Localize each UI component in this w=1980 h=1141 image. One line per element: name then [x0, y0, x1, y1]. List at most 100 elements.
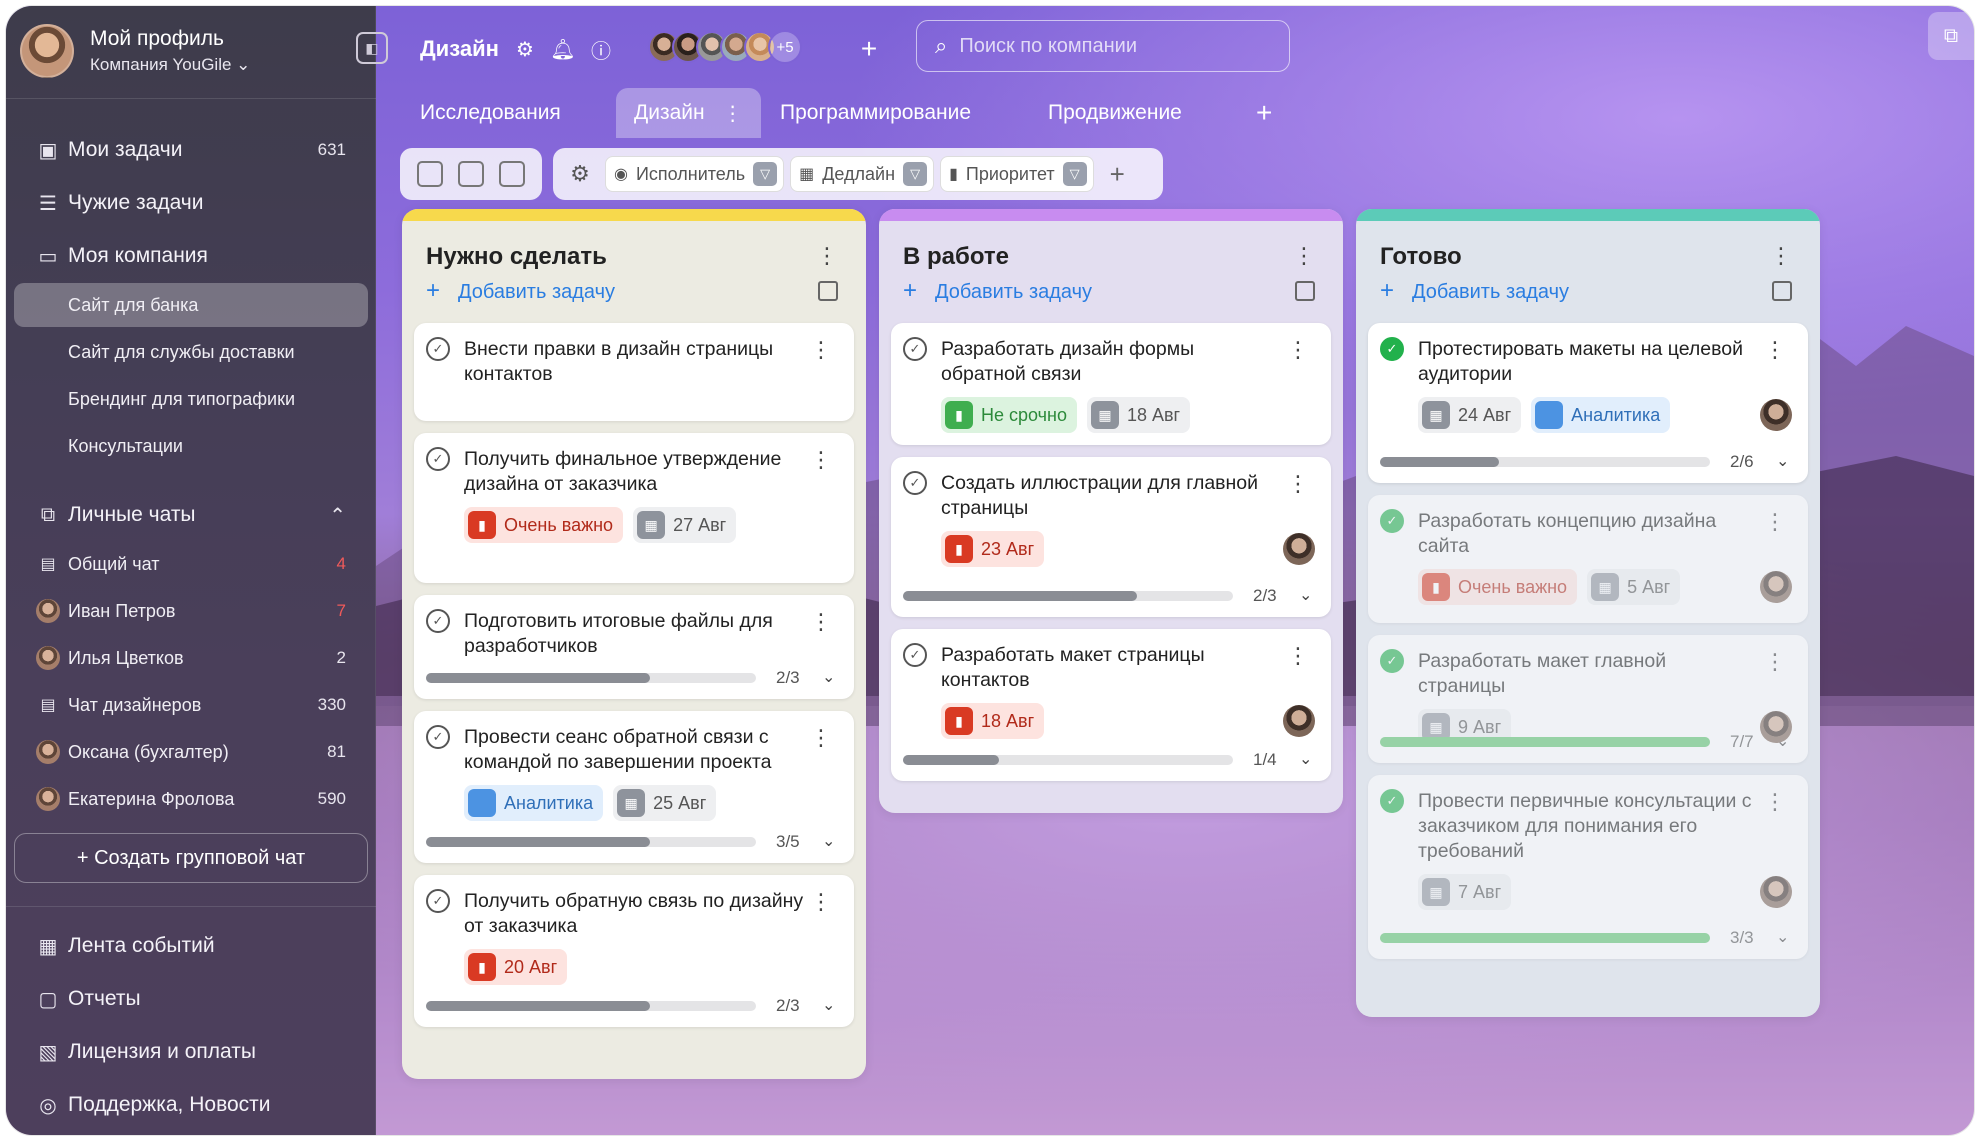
chat-item-ilya[interactable]: Илья Цветков 2	[6, 638, 376, 678]
chevron-down-icon[interactable]: ⌄	[1299, 585, 1312, 605]
task-badge[interactable]: Аналитика	[1531, 397, 1671, 433]
task-badge[interactable]: ▮ 18 Авг	[941, 703, 1045, 739]
kebab-menu-icon[interactable]: ⋮	[723, 101, 743, 126]
avatar[interactable]	[1760, 399, 1792, 431]
kebab-menu-icon[interactable]: ⋮	[810, 337, 832, 363]
task-badge[interactable]: ▮ Очень важно	[1418, 569, 1578, 605]
checkbox-icon[interactable]: ✓	[1380, 789, 1404, 813]
chevron-down-icon[interactable]: ⌄	[822, 831, 835, 851]
kebab-menu-icon[interactable]: ⋮	[810, 889, 832, 915]
kebab-menu-icon[interactable]: ⋮	[1764, 649, 1786, 675]
checkbox-icon[interactable]: ✓	[426, 725, 450, 749]
chevron-down-icon[interactable]: ⌄	[1776, 451, 1789, 471]
funnel-icon[interactable]: ▽	[753, 162, 778, 186]
add-tab-button[interactable]: +	[1256, 88, 1272, 138]
chat-item-ivan[interactable]: Иван Петров 7	[6, 591, 376, 631]
project-item-consultations[interactable]: Консультации	[14, 424, 368, 468]
chat-panel-button[interactable]: ⧉	[1928, 12, 1974, 60]
add-task-button[interactable]: + Добавить задачу	[879, 271, 1343, 311]
task-card[interactable]: ✓ Провести сеанс обратной связи с командо…	[414, 711, 854, 863]
task-card[interactable]: ✓ Получить обратную связь по дизайну от з…	[414, 875, 854, 1027]
task-card[interactable]: ✓ Получить финальное утверждение дизайна …	[414, 433, 854, 583]
task-card[interactable]: ✓ Протестировать макеты на целевой аудито…	[1368, 323, 1808, 483]
nav-license[interactable]: ▧ Лицензия и оплаты	[6, 1030, 376, 1074]
checkbox-icon[interactable]: ✓	[426, 889, 450, 913]
chevron-down-icon[interactable]: ⌄	[1299, 749, 1312, 769]
chevron-down-icon[interactable]: ⌄	[822, 667, 835, 687]
nav-others-tasks[interactable]: ☰ Чужие задачи	[6, 181, 376, 225]
kebab-menu-icon[interactable]: ⋮	[810, 725, 832, 751]
kebab-menu-icon[interactable]: ⋮	[810, 447, 832, 473]
tab-programming[interactable]: Программирование	[780, 88, 971, 138]
funnel-icon[interactable]: ▽	[903, 162, 928, 186]
add-task-button[interactable]: + Добавить задачу	[402, 271, 866, 311]
template-icon[interactable]	[818, 281, 838, 301]
kebab-menu-icon[interactable]: ⋮	[1287, 643, 1309, 669]
chevron-up-icon[interactable]: ⌃	[329, 503, 346, 528]
bell-icon[interactable]: 🔔︎	[550, 36, 576, 62]
task-badge[interactable]: ▦ 7 Авг	[1418, 874, 1512, 910]
kebab-menu-icon[interactable]: ⋮	[1293, 243, 1315, 269]
checkbox-icon[interactable]: ✓	[903, 337, 927, 361]
task-card[interactable]: ✓ Разработать макет главной страницы ⋮ ▦ 9 А…	[1368, 635, 1808, 763]
project-item-bank-site[interactable]: Сайт для банка	[14, 283, 368, 327]
add-filter-button[interactable]: +	[1110, 159, 1125, 190]
task-badge[interactable]: ▦ 25 Авг	[613, 785, 717, 821]
nav-my-company[interactable]: ▭ Моя компания	[6, 234, 376, 278]
checkbox-icon[interactable]: ✓	[1380, 337, 1404, 361]
project-item-delivery-site[interactable]: Сайт для службы доставки	[14, 330, 368, 374]
avatar[interactable]	[20, 24, 74, 78]
chevron-down-icon[interactable]: ⌄	[822, 995, 835, 1015]
chevron-down-icon[interactable]: ⌄	[1776, 731, 1789, 751]
company-switcher[interactable]: Компания YouGile ⌄	[90, 55, 250, 75]
more-members-badge[interactable]: +5	[768, 30, 802, 64]
task-badge[interactable]: ▦ 24 Авг	[1418, 397, 1522, 433]
task-card[interactable]: ✓ Создать иллюстрации для главной страниц…	[891, 457, 1331, 617]
checkbox-icon[interactable]: ✓	[426, 447, 450, 471]
task-card[interactable]: ✓ Разработать макет страницы контактов ⋮ ▮ 1…	[891, 629, 1331, 781]
chat-item-general[interactable]: ▤ Общий чат 4	[6, 544, 376, 584]
kebab-menu-icon[interactable]: ⋮	[1764, 337, 1786, 363]
gantt-view-icon[interactable]	[498, 161, 525, 187]
kebab-menu-icon[interactable]: ⋮	[1764, 789, 1786, 815]
filter-assignee[interactable]: ◉ Исполнитель ▽	[605, 156, 785, 192]
filter-deadline[interactable]: ▦ Дедлайн ▽	[790, 156, 935, 192]
nav-event-feed[interactable]: ▦ Лента событий	[6, 924, 376, 968]
project-members[interactable]: +5	[648, 30, 802, 64]
kebab-menu-icon[interactable]: ⋮	[1287, 471, 1309, 497]
chat-item-oksana[interactable]: Оксана (бухгалтер) 81	[6, 732, 376, 772]
tab-research[interactable]: Исследования	[420, 88, 561, 138]
search-input[interactable]: ⌕ Поиск по компании	[916, 20, 1290, 72]
task-badge[interactable]: Аналитика	[464, 785, 604, 821]
tab-design[interactable]: Дизайн ⋮	[616, 88, 761, 138]
nav-my-tasks[interactable]: ▣ Мои задачи 631	[6, 128, 376, 172]
task-badge[interactable]: ▦ 27 Авг	[633, 507, 737, 543]
avatar[interactable]	[1760, 876, 1792, 908]
project-item-branding[interactable]: Брендинг для типографики	[14, 377, 368, 421]
kebab-menu-icon[interactable]: ⋮	[810, 609, 832, 635]
avatar[interactable]	[1760, 571, 1792, 603]
add-task-button[interactable]: + Добавить задачу	[1356, 271, 1820, 311]
chat-item-ekaterina[interactable]: Екатерина Фролова 590	[6, 779, 376, 819]
avatar[interactable]	[1283, 705, 1315, 737]
calendar-view-icon[interactable]	[457, 161, 484, 187]
kebab-menu-icon[interactable]: ⋮	[1770, 243, 1792, 269]
chats-section-header[interactable]: ⧉ Личные чаты ⌃	[6, 493, 376, 537]
profile-block[interactable]: Мой профиль Компания YouGile ⌄	[20, 24, 250, 78]
task-badge[interactable]: ▮ 23 Авг	[941, 531, 1045, 567]
task-card[interactable]: ✓ Разработать дизайн формы обратной связи…	[891, 323, 1331, 445]
task-badge[interactable]: ▦ 5 Авг	[1587, 569, 1681, 605]
task-card[interactable]: ✓ Подготовить итоговые файлы для разработ…	[414, 595, 854, 699]
kebab-menu-icon[interactable]: ⋮	[1764, 509, 1786, 535]
avatar[interactable]	[1283, 533, 1315, 565]
checkbox-icon[interactable]: ✓	[1380, 649, 1404, 673]
chevron-down-icon[interactable]: ⌄	[1776, 927, 1789, 947]
checkbox-icon[interactable]: ✓	[426, 609, 450, 633]
help-icon[interactable]: ⓘ	[588, 36, 614, 63]
checkbox-icon[interactable]: ✓	[426, 337, 450, 361]
chat-item-designers[interactable]: ▤ Чат дизайнеров 330	[6, 685, 376, 725]
checkbox-icon[interactable]: ✓	[903, 643, 927, 667]
task-badge[interactable]: ▮ Не срочно	[941, 397, 1077, 433]
nav-reports[interactable]: ▢ Отчеты	[6, 977, 376, 1021]
gear-icon[interactable]: ⚙	[512, 36, 538, 62]
